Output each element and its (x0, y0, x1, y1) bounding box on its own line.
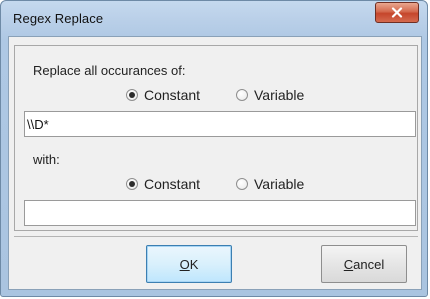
find-value-field[interactable] (24, 111, 416, 137)
find-variable-radio[interactable]: Variable (236, 87, 304, 103)
replace-value-field[interactable] (24, 200, 416, 226)
cancel-mnemonic: C (343, 256, 354, 272)
cancel-label-rest: ancel (353, 256, 385, 272)
find-constant-label: Constant (144, 87, 201, 103)
find-label: Replace all occurances of: (33, 63, 186, 78)
replace-constant-radio[interactable]: Constant (126, 176, 200, 192)
radio-unselected-indicator (236, 178, 248, 190)
close-x-icon (391, 7, 403, 18)
replace-variable-radio[interactable]: Variable (236, 176, 304, 192)
cancel-button[interactable]: Cancel (321, 245, 407, 283)
find-constant-radio[interactable]: Constant (126, 87, 200, 103)
radio-selected-indicator (126, 89, 138, 101)
button-separator (14, 236, 418, 237)
ok-button[interactable]: OK (146, 245, 232, 283)
replace-variable-label: Variable (254, 176, 305, 192)
radio-unselected-indicator (236, 89, 248, 101)
title-bar[interactable]: Regex Replace (1, 1, 427, 37)
replace-constant-label: Constant (144, 176, 201, 192)
radio-selected-indicator (126, 178, 138, 190)
close-button[interactable] (375, 2, 419, 23)
ok-label-rest: K (189, 256, 199, 272)
replace-label: with: (33, 152, 60, 167)
find-variable-label: Variable (254, 87, 305, 103)
ok-mnemonic: O (179, 256, 190, 272)
window-title: Regex Replace (13, 11, 104, 26)
